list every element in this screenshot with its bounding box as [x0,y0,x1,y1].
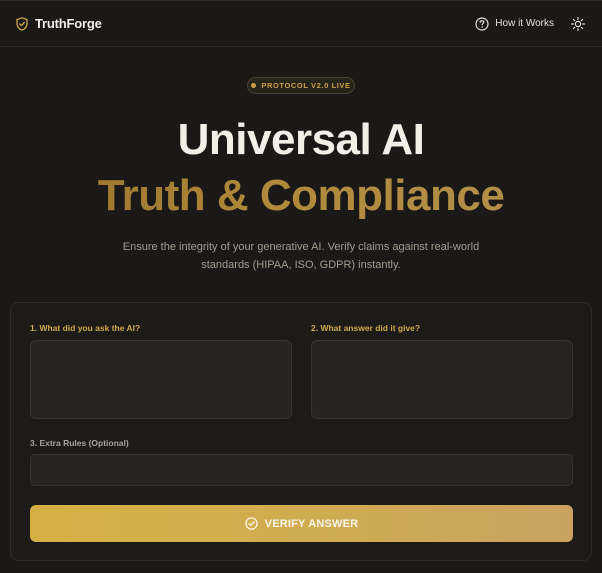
sun-icon [571,16,585,31]
help-circle-icon [475,16,489,31]
status-badge: PROTOCOL V2.0 LIVE [247,77,355,94]
verification-form-card: 1. What did you ask the AI? 2. What answ… [10,302,592,561]
live-dot-icon [251,83,257,88]
shield-check-icon [16,16,28,31]
page: TruthForge How it Works PROTOCOL V2.0 LI… [0,0,602,573]
check-circle-icon [244,517,258,530]
brand[interactable]: TruthForge [16,16,102,31]
extra-rules-input[interactable] [30,454,573,486]
verify-answer-label: VERIFY ANSWER [264,517,359,530]
question-textarea[interactable] [30,340,292,419]
brand-name: TruthForge [35,16,102,31]
answer-textarea[interactable] [311,340,573,419]
how-it-works-link[interactable]: How it Works [475,16,554,31]
verify-answer-button[interactable]: VERIFY ANSWER [30,505,573,542]
extra-rules-label: 3. Extra Rules (Optional) [30,438,129,448]
theme-toggle-button[interactable] [570,16,586,32]
top-navbar: TruthForge How it Works [0,0,602,47]
question-label: 1. What did you ask the AI? [30,323,141,333]
header-actions: How it Works [475,16,586,32]
how-it-works-label: How it Works [495,18,554,29]
hero-subtitle: Ensure the integrity of your generative … [122,241,480,271]
hero-title-line-2: Truth & Compliance [0,170,602,222]
status-badge-text: PROTOCOL V2.0 LIVE [261,81,351,90]
answer-label: 2. What answer did it give? [311,323,421,333]
hero-title-line-1: Universal AI [177,115,425,164]
